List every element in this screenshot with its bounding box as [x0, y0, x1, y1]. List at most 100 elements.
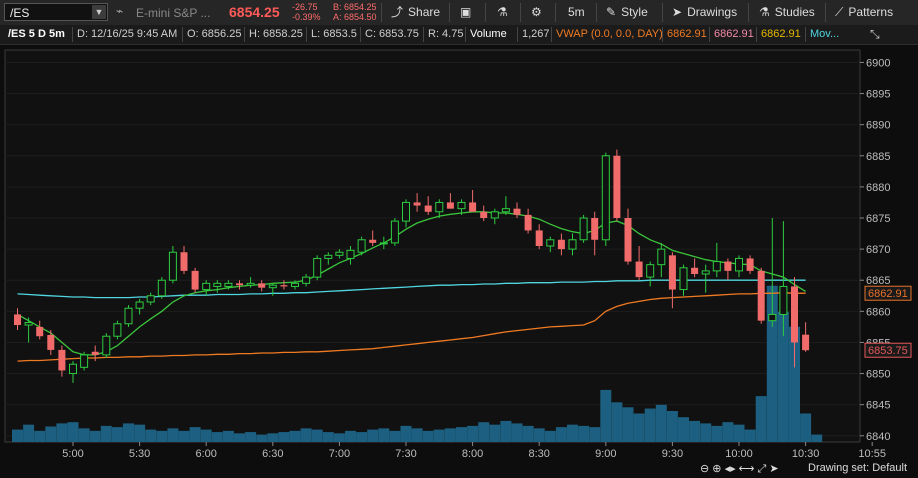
x-tick-label: 9:00: [595, 448, 616, 460]
candle-body: [157, 279, 166, 297]
scroll-left-icon[interactable]: ◂▸: [725, 463, 736, 475]
collapse-icon[interactable]: ⤡: [870, 27, 880, 42]
price-tag-label: 6853.75: [868, 345, 908, 357]
candle: [613, 149, 621, 222]
snapshot-button[interactable]: ▣: [460, 3, 476, 22]
fit-icon[interactable]: ⤢: [758, 463, 767, 475]
y-tick-label: 6845: [866, 400, 890, 412]
volume-bar: [12, 429, 23, 442]
pan-icon[interactable]: ⟷: [739, 463, 755, 475]
volume-bar: [167, 428, 179, 442]
y-tick-label: 6895: [866, 89, 890, 101]
candle-body: [757, 270, 765, 321]
zoom-in-icon[interactable]: ⊕: [712, 463, 721, 475]
candle-body: [613, 155, 621, 218]
volume-bar: [78, 428, 90, 442]
volume-bar: [622, 407, 634, 442]
toolbar-divider: [520, 3, 521, 22]
header-divider: [756, 27, 757, 42]
volume-bar: [489, 424, 501, 442]
volume-bar: [222, 430, 234, 442]
chart-area[interactable]: 6900689568906885688068756870686568606855…: [0, 45, 918, 478]
volume-bar: [555, 427, 567, 442]
drawings-button[interactable]: ➤ Drawings: [672, 3, 737, 22]
settings-button[interactable]: ⚙: [531, 3, 547, 22]
candle-body: [601, 155, 610, 241]
toolbar-divider: [555, 3, 556, 22]
gear-icon: ⚙: [531, 5, 542, 19]
main-toolbar: /ES ▼ ⌁ E-mini S&P ... 6854.25 -26.75 -0…: [0, 0, 918, 26]
toolbar-divider: [662, 3, 663, 22]
candle-body: [402, 201, 410, 222]
share-button[interactable]: ⤴ Share: [391, 3, 440, 22]
candle-body: [579, 217, 588, 241]
share-label: Share: [408, 5, 441, 19]
candle-body: [213, 282, 222, 287]
patterns-label: Patterns: [848, 5, 894, 19]
link-icon[interactable]: ⌁: [116, 4, 123, 18]
volume-bar: [100, 425, 112, 442]
candle: [390, 218, 399, 246]
chevron-down-icon[interactable]: ▼: [92, 5, 106, 19]
studies-button[interactable]: ⚗ Studies: [759, 3, 815, 22]
candle-body: [701, 270, 710, 275]
volume-bar: [389, 430, 401, 442]
x-tick-label: 10:00: [725, 448, 753, 460]
instrument-description: E-mini S&P ...: [136, 6, 211, 20]
candle-body: [357, 239, 366, 253]
zoom-out-icon[interactable]: ⊖: [700, 463, 709, 475]
header-divider: [551, 27, 552, 42]
pencil-icon: ✎: [606, 5, 617, 19]
volume-bar: [655, 404, 667, 442]
cursor-mode-icon[interactable]: ➤: [769, 463, 778, 475]
volume-bar: [178, 430, 190, 442]
candle: [102, 333, 111, 358]
header-divider: [662, 27, 663, 42]
candle-body: [635, 261, 643, 278]
candle-body: [435, 201, 444, 213]
flask-button[interactable]: ⚗: [497, 3, 513, 22]
candle: [113, 320, 122, 340]
timeframe-label: 5m: [568, 5, 585, 19]
drawing-set-label[interactable]: Drawing set: Default: [808, 462, 907, 475]
x-tick-label: 5:30: [129, 448, 150, 460]
candle-body: [691, 267, 699, 274]
candle-body: [346, 249, 355, 259]
price-chart[interactable]: 6900689568906885688068756870686568606855…: [0, 45, 918, 475]
candle-body: [180, 252, 188, 271]
flask-icon: ⚗: [497, 5, 508, 19]
volume-bar: [145, 429, 157, 442]
toolbar-divider: [485, 3, 486, 22]
candle-body: [335, 251, 344, 256]
candle: [313, 255, 322, 281]
candle: [601, 152, 610, 246]
timeframe-button[interactable]: 5m: [568, 3, 585, 22]
candle-body: [768, 313, 777, 322]
candle-body: [390, 220, 399, 244]
candle-body: [779, 285, 788, 315]
candle-body: [624, 218, 632, 262]
candle: [357, 236, 366, 256]
volume-bar: [278, 432, 290, 442]
volume-bar: [422, 430, 434, 442]
volume-bar: [411, 428, 423, 442]
volume-bar: [722, 422, 734, 442]
patterns-button[interactable]: ⟋ Patterns: [835, 3, 893, 22]
candle-body: [69, 363, 77, 375]
x-tick-label: 10:55: [858, 448, 886, 460]
style-button[interactable]: ✎ Style: [606, 3, 648, 22]
x-tick-label: 5:00: [62, 448, 83, 460]
candle-body: [646, 264, 655, 278]
volume-bar: [234, 433, 245, 442]
candle-body: [501, 208, 510, 213]
volume-bar: [289, 430, 301, 442]
candle-body: [413, 202, 421, 206]
symbol-selector[interactable]: /ES ▼: [4, 3, 108, 21]
candle-body: [535, 230, 543, 246]
change-value: -26.75: [292, 2, 318, 12]
share-icon: ⤴: [391, 5, 404, 19]
bid-value: B: 6854.25: [333, 2, 377, 12]
change-percent: -0.39%: [292, 12, 321, 22]
candle-body: [280, 285, 288, 287]
ask-value: A: 6854.50: [333, 12, 377, 22]
